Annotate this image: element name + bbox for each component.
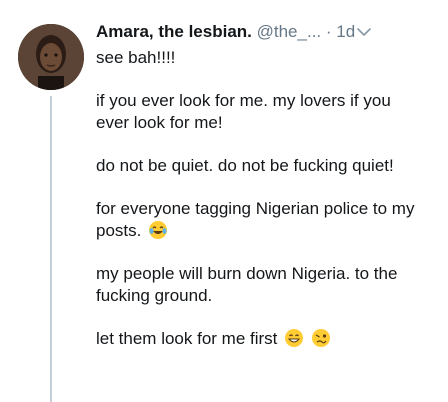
author-handle[interactable]: @the_... bbox=[257, 22, 322, 41]
avatar-photo bbox=[18, 24, 84, 90]
author-name[interactable]: Amara, the lesbian. bbox=[96, 22, 252, 41]
tweet-text: see bah!!!! if you ever look for me. my … bbox=[96, 47, 426, 371]
user-avatar[interactable] bbox=[18, 24, 84, 90]
face-with-tears-of-joy-emoji bbox=[149, 221, 168, 239]
tweet-line: do not be quiet. do not be fucking quiet… bbox=[96, 156, 394, 175]
tweet-line: see bah!!!! bbox=[96, 48, 176, 67]
header-separator: · bbox=[325, 22, 332, 41]
tweet-line: my people will burn down Nigeria. to the… bbox=[96, 264, 398, 305]
tweet-line: if you ever look for me. my lovers if yo… bbox=[96, 91, 391, 132]
tweet-timestamp[interactable]: 1d bbox=[336, 22, 355, 41]
tweet-card[interactable]: Amara, the lesbian. @the_... · 1d see ba… bbox=[0, 0, 448, 402]
tweet-line: for everyone tagging Nigerian police to … bbox=[96, 199, 415, 240]
chevron-down-icon[interactable] bbox=[356, 26, 372, 38]
tweet-line: let them look for me first bbox=[96, 328, 426, 350]
woozy-face-emoji bbox=[311, 329, 330, 347]
thread-line bbox=[50, 96, 52, 402]
grinning-face-emoji bbox=[285, 329, 304, 347]
